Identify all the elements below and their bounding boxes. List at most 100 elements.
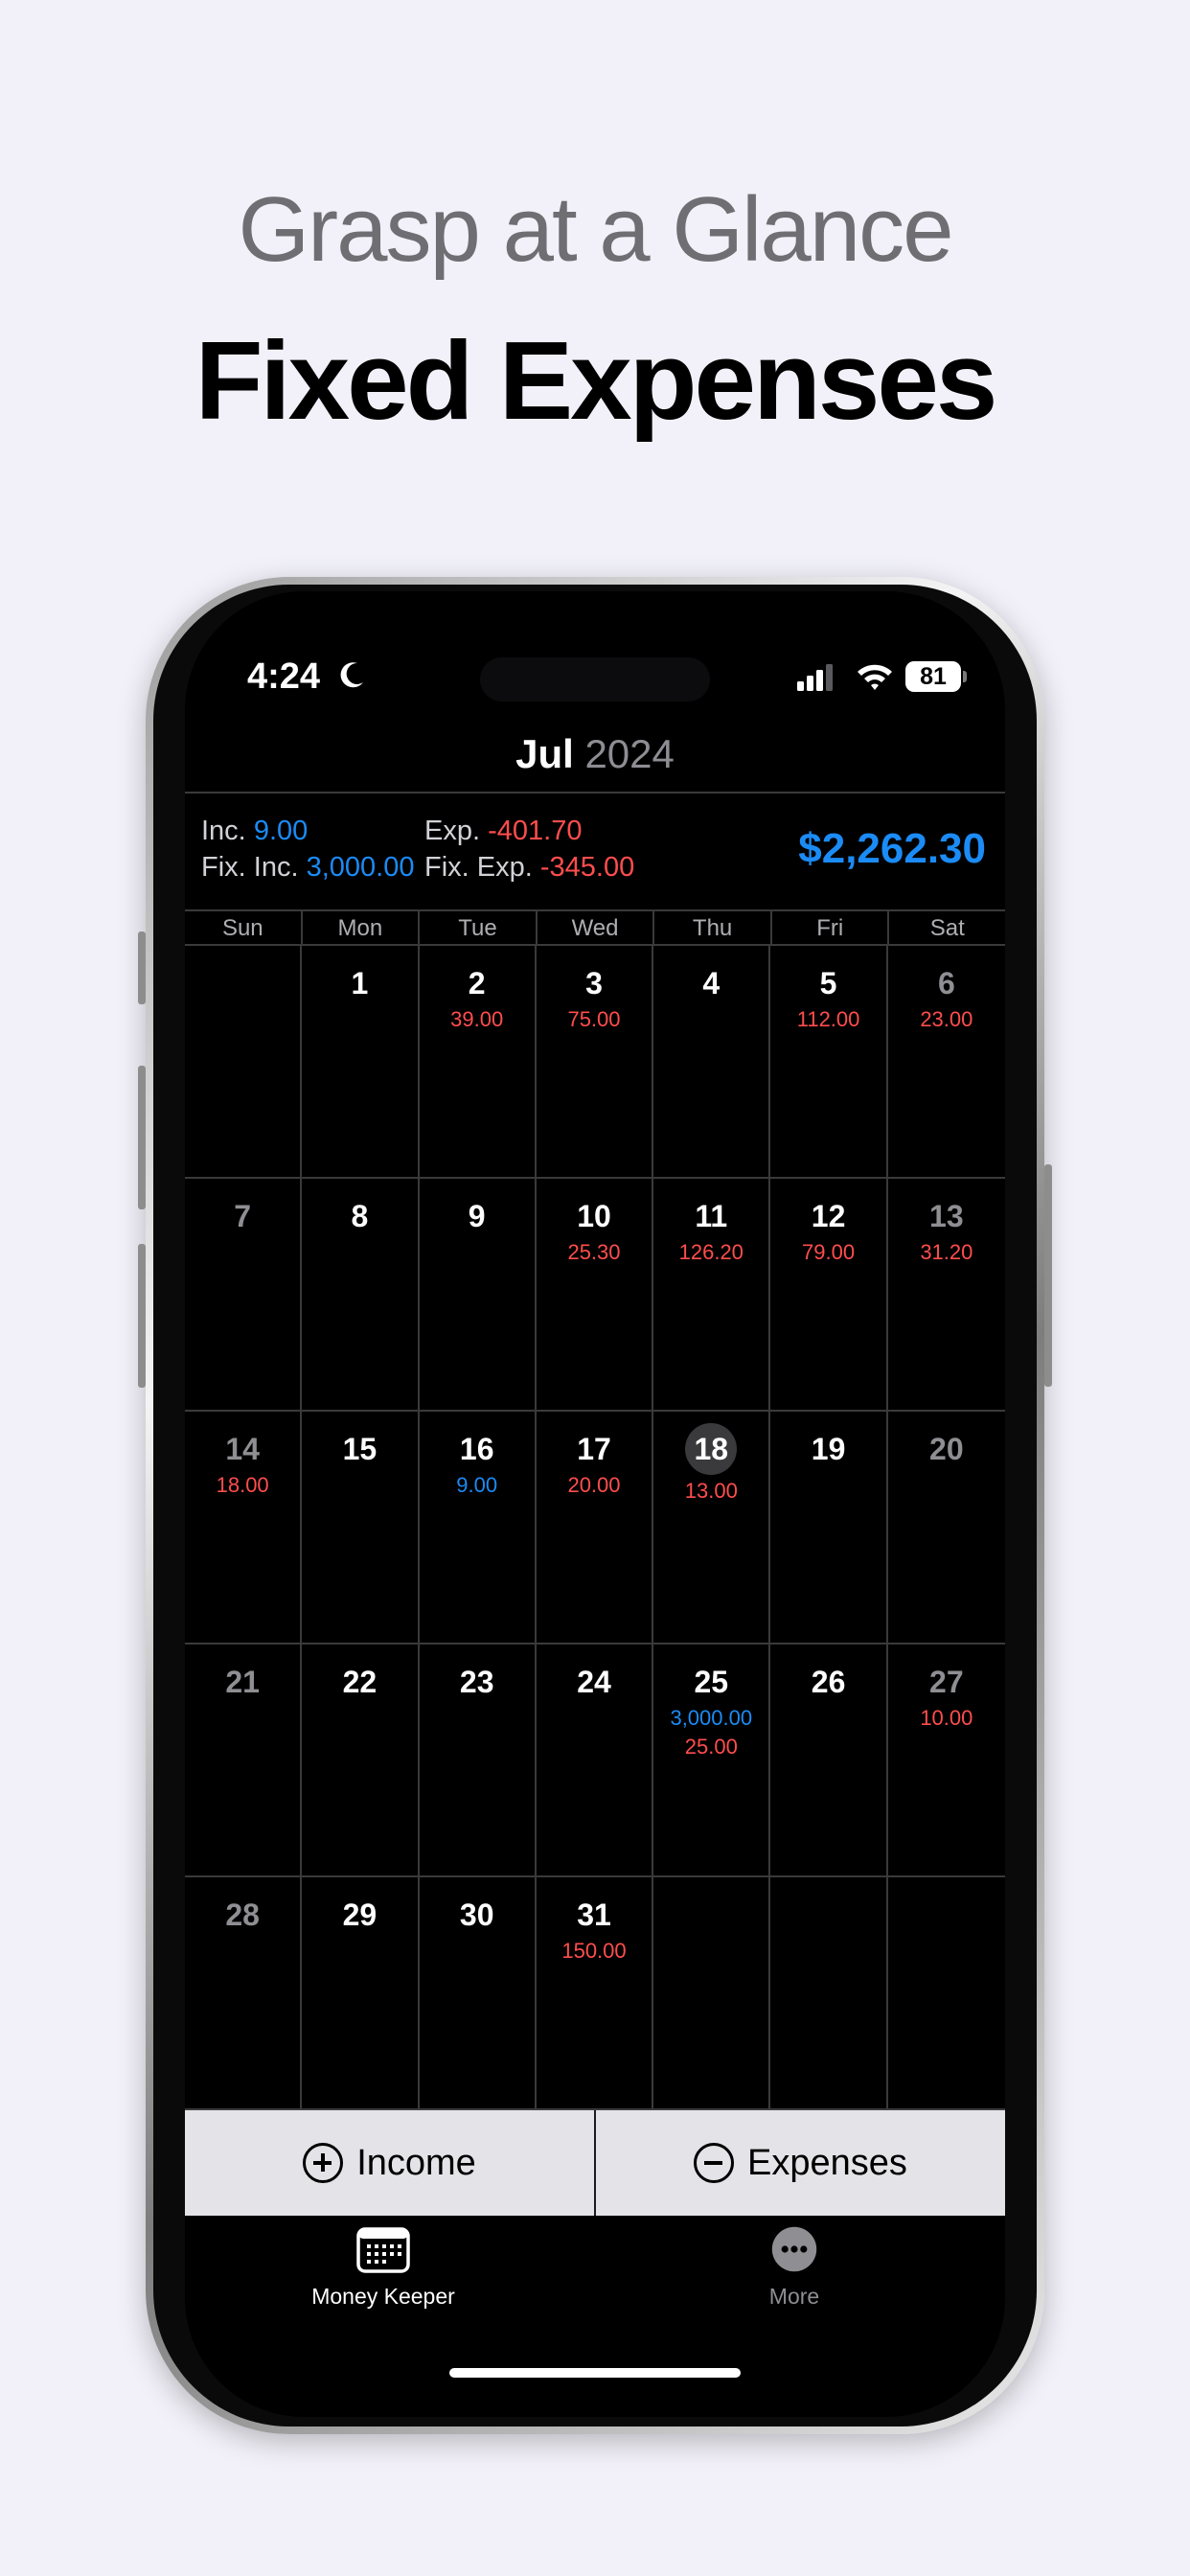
calendar-grid: 1 2 39.00 3 75.00 4 5 112.00 6 23.00 7 8 9 10 25.30 11 1… [185,946,1005,2110]
add-income-button[interactable]: Income [185,2110,596,2216]
calendar-icon [356,2227,410,2273]
day-expense-amount: 150.00 [561,1939,627,1963]
weekday-label: Mon [303,911,421,946]
weekday-header: Sun Mon Tue Wed Thu Fri Sat [185,911,1005,946]
expense-summary: Exp. -401.70 [424,816,583,846]
day-number: 26 [811,1665,846,1699]
tab-money-keeper[interactable]: Money Keeper [278,2225,489,2310]
day-cell-15[interactable]: 15 [302,1412,420,1644]
battery-icon: 81 [905,661,961,692]
day-cell-3[interactable]: 3 75.00 [536,946,654,1179]
day-cell-11[interactable]: 11 126.20 [653,1179,771,1412]
day-expense-amount: 10.00 [920,1706,973,1730]
day-cell-10[interactable]: 10 25.30 [536,1179,654,1412]
volume-up-button [138,1066,146,1209]
day-cell-17[interactable]: 17 20.00 [536,1412,654,1644]
day-number: 21 [225,1665,260,1699]
day-number: 4 [702,966,721,1000]
action-bar: Income Expenses [185,2110,1005,2216]
day-number: 27 [929,1665,964,1699]
day-number: 17 [577,1432,611,1466]
day-cell-26[interactable]: 26 [770,1644,888,1877]
weekday-label: Sat [929,915,965,941]
tab-more[interactable]: More [689,2225,900,2310]
add-expenses-button[interactable]: Expenses [596,2110,1005,2216]
plus-circle-icon [303,2143,344,2183]
balance-total: $2,262.30 [798,825,986,872]
headline-main: Fixed Expenses [195,318,998,443]
day-expense-amount: 79.00 [802,1240,856,1264]
day-cell-18[interactable]: 18 13.00 [653,1412,771,1644]
day-expense-amount: 25.00 [684,1735,738,1759]
day-cell-5[interactable]: 5 112.00 [770,946,888,1179]
day-cell-16[interactable]: 16 9.00 [419,1412,537,1644]
weekday-label: Wed [538,911,655,946]
day-cell-27[interactable]: 27 10.00 [887,1644,1005,1877]
day-expense-amount: 126.20 [678,1240,744,1264]
dynamic-island [480,657,710,702]
day-cell-6[interactable]: 6 23.00 [887,946,1005,1179]
month-title[interactable]: Jul 2024 [185,731,1005,777]
day-number: 11 [695,1199,728,1233]
day-cell-25[interactable]: 25 3,000.00 25.00 [653,1644,771,1877]
day-number: 6 [937,966,955,1000]
power-button [1044,1164,1052,1387]
day-expense-amount: 39.00 [450,1007,504,1031]
day-cell-28[interactable]: 28 [185,1877,303,2110]
day-cell-4[interactable]: 4 [653,946,771,1179]
weekday-label: Tue [420,911,538,946]
cellular-signal-icon [797,664,835,696]
day-cell-13[interactable]: 13 31.20 [887,1179,1005,1412]
income-summary: Inc. 9.00 [201,816,309,846]
day-cell-30[interactable]: 30 [419,1877,537,2110]
day-cell-2[interactable]: 2 39.00 [419,946,537,1179]
weekday-label: Fri [772,911,890,946]
day-number: 9 [468,1199,486,1233]
day-cell-9[interactable]: 9 [419,1179,537,1412]
day-expense-amount: 112.00 [796,1007,860,1031]
day-number: 18 [685,1423,738,1475]
day-cell-31[interactable]: 31 150.00 [536,1877,654,2110]
day-expense-amount: 25.30 [567,1240,621,1264]
day-cell-8[interactable]: 8 [302,1179,420,1412]
more-icon [771,2226,817,2272]
day-number: 5 [819,966,837,1000]
day-cell-12[interactable]: 12 79.00 [770,1179,888,1412]
app-screen: 4:24 81 Jul 2024 Inc. 9.00 Fix. Inc. 3,0… [185,591,1005,2417]
day-number: 22 [342,1665,378,1699]
day-expense-amount: 23.00 [920,1007,973,1031]
weekday-label: Sun [185,911,303,946]
day-expense-amount: 31.20 [920,1240,973,1264]
wifi-icon [856,662,894,696]
day-cell-23[interactable]: 23 [419,1644,537,1877]
day-cell-22[interactable]: 22 [302,1644,420,1877]
day-expense-amount: 20.00 [567,1473,621,1497]
day-number: 12 [811,1199,846,1233]
day-cell-21[interactable]: 21 [185,1644,303,1877]
day-expense-amount: 75.00 [567,1007,621,1031]
day-number: 13 [929,1199,964,1233]
day-cell-24[interactable]: 24 [536,1644,654,1877]
empty-day-cell [770,1877,888,2110]
empty-day-cell [185,946,303,1179]
moon-icon [340,662,363,688]
weekday-label: Thu [654,911,772,946]
day-cell-1[interactable]: 1 [302,946,420,1179]
day-cell-14[interactable]: 14 18.00 [185,1412,303,1644]
day-cell-19[interactable]: 19 [770,1412,888,1644]
day-number: 23 [459,1665,494,1699]
day-cell-7[interactable]: 7 [185,1179,303,1412]
fixed-income-summary: Fix. Inc. 3,000.00 [201,852,415,883]
day-number: 14 [225,1432,260,1466]
day-cell-29[interactable]: 29 [302,1877,420,2110]
day-number: 16 [459,1432,494,1466]
home-indicator[interactable] [449,2368,741,2378]
day-number: 24 [577,1665,611,1699]
day-number: 28 [225,1898,260,1932]
day-number: 25 [694,1665,729,1699]
day-cell-20[interactable]: 20 [887,1412,1005,1644]
day-income-amount: 3,000.00 [670,1706,753,1730]
day-number: 7 [234,1199,252,1233]
headline-top: Grasp at a Glance [238,178,953,281]
day-number: 19 [811,1432,846,1466]
